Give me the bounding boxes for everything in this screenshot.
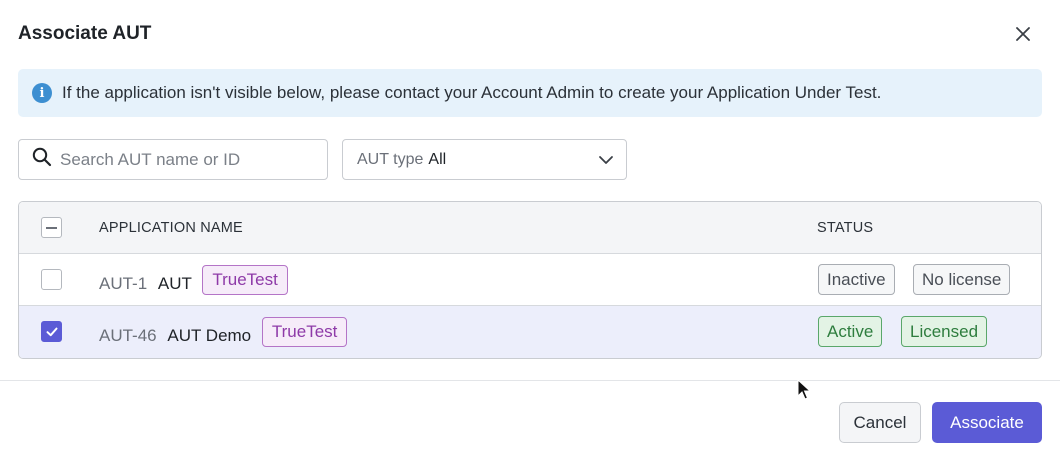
truetest-tag: TrueTest	[202, 265, 288, 295]
status-badge: Active	[818, 316, 883, 347]
license-badge: Licensed	[901, 316, 988, 347]
info-banner: i If the application isn't visible below…	[18, 69, 1042, 117]
row-checkbox[interactable]	[41, 269, 62, 290]
select-all-checkbox[interactable]	[41, 217, 62, 238]
table-header: APPLICATION NAME STATUS	[19, 202, 1041, 254]
close-icon[interactable]	[1012, 23, 1034, 45]
truetest-tag: TrueTest	[261, 317, 348, 347]
row-checkbox[interactable]	[41, 321, 62, 342]
aut-name: AUT Demo	[167, 326, 252, 345]
info-icon: i	[32, 83, 52, 103]
table-row[interactable]: AUT-1 AUT TrueTest Inactive No license	[19, 254, 1041, 306]
cancel-button[interactable]: Cancel	[839, 402, 921, 443]
mouse-cursor-icon	[797, 378, 812, 406]
license-badge: No license	[913, 264, 1011, 295]
search-box[interactable]	[18, 139, 328, 180]
chevron-down-icon	[598, 152, 614, 173]
search-icon	[32, 147, 52, 172]
associate-button[interactable]: Associate	[932, 402, 1042, 443]
column-header-application-name: APPLICATION NAME	[99, 219, 243, 236]
aut-id-text: AUT-1	[99, 274, 148, 293]
aut-table: APPLICATION NAME STATUS AUT-1 AUT TrueTe…	[18, 201, 1042, 359]
column-header-status: STATUS	[817, 219, 874, 236]
aut-type-select[interactable]: AUT type All	[342, 139, 627, 180]
dialog-header: Associate AUT	[18, 20, 1042, 48]
footer-divider	[0, 380, 1060, 381]
table-row[interactable]: AUT-46 AUT Demo TrueTest Active Licensed	[19, 306, 1041, 358]
dialog-title: Associate AUT	[18, 23, 152, 44]
status-badge: Inactive	[818, 264, 895, 295]
aut-id: AUT-46 AUT Demo TrueTest	[99, 317, 348, 351]
aut-type-value: All	[428, 150, 447, 168]
aut-id: AUT-1 AUT TrueTest	[99, 265, 288, 299]
aut-name: AUT	[157, 274, 192, 293]
check-icon	[46, 327, 57, 336]
search-input[interactable]	[60, 149, 310, 170]
banner-text: If the application isn't visible below, …	[62, 83, 882, 102]
aut-type-label: AUT type	[357, 150, 424, 168]
aut-id-text: AUT-46	[99, 326, 157, 345]
